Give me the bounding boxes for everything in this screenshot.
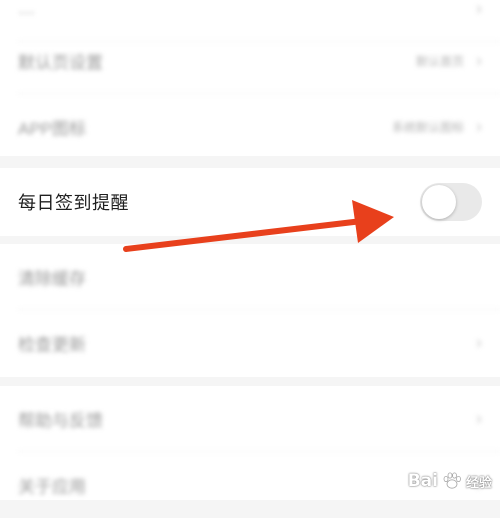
arrow-head <box>352 200 394 243</box>
baidu-jingyan-watermark: Bai 经验 <box>408 470 492 492</box>
annotation-arrow <box>123 200 394 252</box>
watermark-sub: 经验 <box>465 475 492 491</box>
paw-icon <box>443 472 461 489</box>
arrow-shaft <box>123 218 365 252</box>
watermark-brand: Bai <box>407 471 438 491</box>
